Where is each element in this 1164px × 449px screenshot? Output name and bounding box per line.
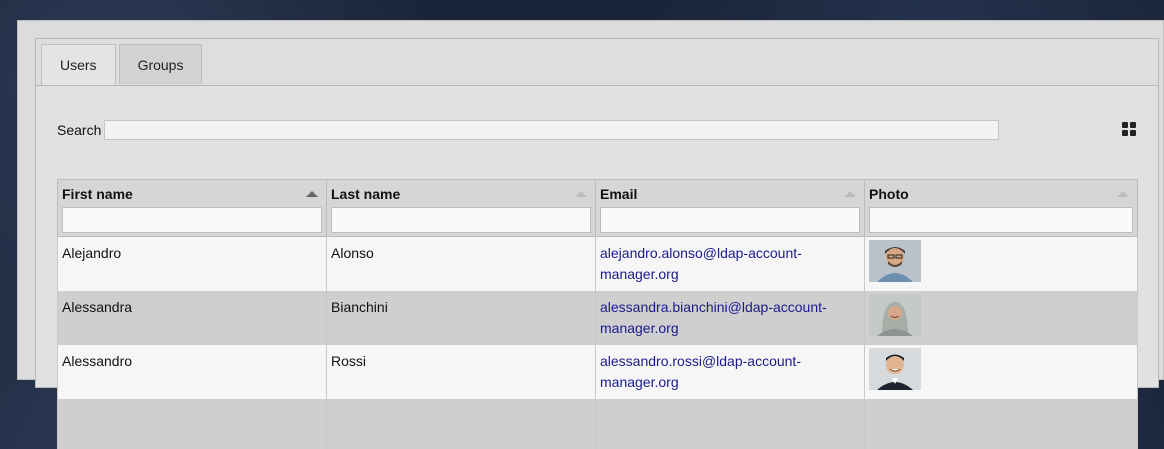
email-link[interactable]: alessandra.bianchini@ldap-account-manage… xyxy=(600,299,827,336)
photo-cell xyxy=(864,291,1138,345)
email-line: alessandro.rossi@ldap-account- xyxy=(600,353,801,369)
user-photo[interactable] xyxy=(869,348,921,390)
main-window: Users Groups Search First name Last name… xyxy=(17,20,1164,449)
last-name-cell xyxy=(326,399,596,449)
email-cell: alessandro.rossi@ldap-account-manager.or… xyxy=(595,345,865,399)
email-line: manager.org xyxy=(600,266,679,282)
last-name-cell: Bianchini xyxy=(326,291,596,345)
last-name-filter-input[interactable] xyxy=(331,207,591,233)
table-row[interactable] xyxy=(57,399,1138,449)
tab-panel: Users Groups Search First name Last name… xyxy=(35,38,1159,449)
search-input[interactable] xyxy=(104,120,999,140)
column-label: Email xyxy=(600,186,638,202)
table-row[interactable]: Alessandro Rossi alessandro.rossi@ldap-a… xyxy=(57,345,1138,399)
email-cell: alessandra.bianchini@ldap-account-manage… xyxy=(595,291,865,345)
first-name-cell: Alejandro xyxy=(57,236,327,291)
column-label: Last name xyxy=(331,186,401,202)
tab-users[interactable]: Users xyxy=(41,44,116,85)
sort-arrow-icon[interactable] xyxy=(844,191,856,197)
email-filter-input[interactable] xyxy=(600,207,860,233)
email-cell: alejandro.alonso@ldap-account-manager.or… xyxy=(595,236,865,291)
photo-cell xyxy=(864,236,1138,291)
users-content: Search First name Last name Email Photo … xyxy=(36,86,1158,449)
users-table: First name Last name Email Photo Alejand… xyxy=(57,179,1138,449)
tab-groups[interactable]: Groups xyxy=(118,44,203,84)
grid-view-icon[interactable] xyxy=(1122,122,1136,136)
column-first-name[interactable]: First name xyxy=(57,179,327,237)
email-link[interactable]: alessandro.rossi@ldap-account-manager.or… xyxy=(600,353,801,390)
search-label: Search xyxy=(57,122,102,138)
email-line: alessandra.bianchini@ldap-account- xyxy=(600,299,827,315)
email-line: manager.org xyxy=(600,320,679,336)
email-link[interactable]: alejandro.alonso@ldap-account-manager.or… xyxy=(600,245,802,282)
column-label: First name xyxy=(62,186,133,202)
column-photo[interactable]: Photo xyxy=(864,179,1138,237)
photo-cell xyxy=(864,345,1138,399)
photo-filter-input[interactable] xyxy=(869,207,1133,233)
user-photo[interactable] xyxy=(869,240,921,282)
column-email[interactable]: Email xyxy=(595,179,865,237)
sort-arrow-icon[interactable] xyxy=(575,191,587,197)
table-row[interactable]: Alejandro Alonso alejandro.alonso@ldap-a… xyxy=(57,236,1138,291)
column-last-name[interactable]: Last name xyxy=(326,179,596,237)
sort-arrow-icon[interactable] xyxy=(1117,191,1129,197)
email-cell xyxy=(595,399,865,449)
table-row[interactable]: Alessandra Bianchini alessandra.bianchin… xyxy=(57,291,1138,345)
photo-cell xyxy=(864,399,1138,449)
sort-arrow-icon[interactable] xyxy=(306,191,318,197)
first-name-cell xyxy=(57,399,327,449)
first-name-filter-input[interactable] xyxy=(62,207,322,233)
email-line: alejandro.alonso@ldap-account- xyxy=(600,245,802,261)
last-name-cell: Rossi xyxy=(326,345,596,399)
first-name-cell: Alessandro xyxy=(57,345,327,399)
email-line: manager.org xyxy=(600,374,679,390)
header-row: First name Last name Email Photo xyxy=(57,179,1138,237)
tab-bar: Users Groups xyxy=(41,44,203,85)
last-name-cell: Alonso xyxy=(326,236,596,291)
column-label: Photo xyxy=(869,186,909,202)
user-photo[interactable] xyxy=(869,294,921,336)
first-name-cell: Alessandra xyxy=(57,291,327,345)
